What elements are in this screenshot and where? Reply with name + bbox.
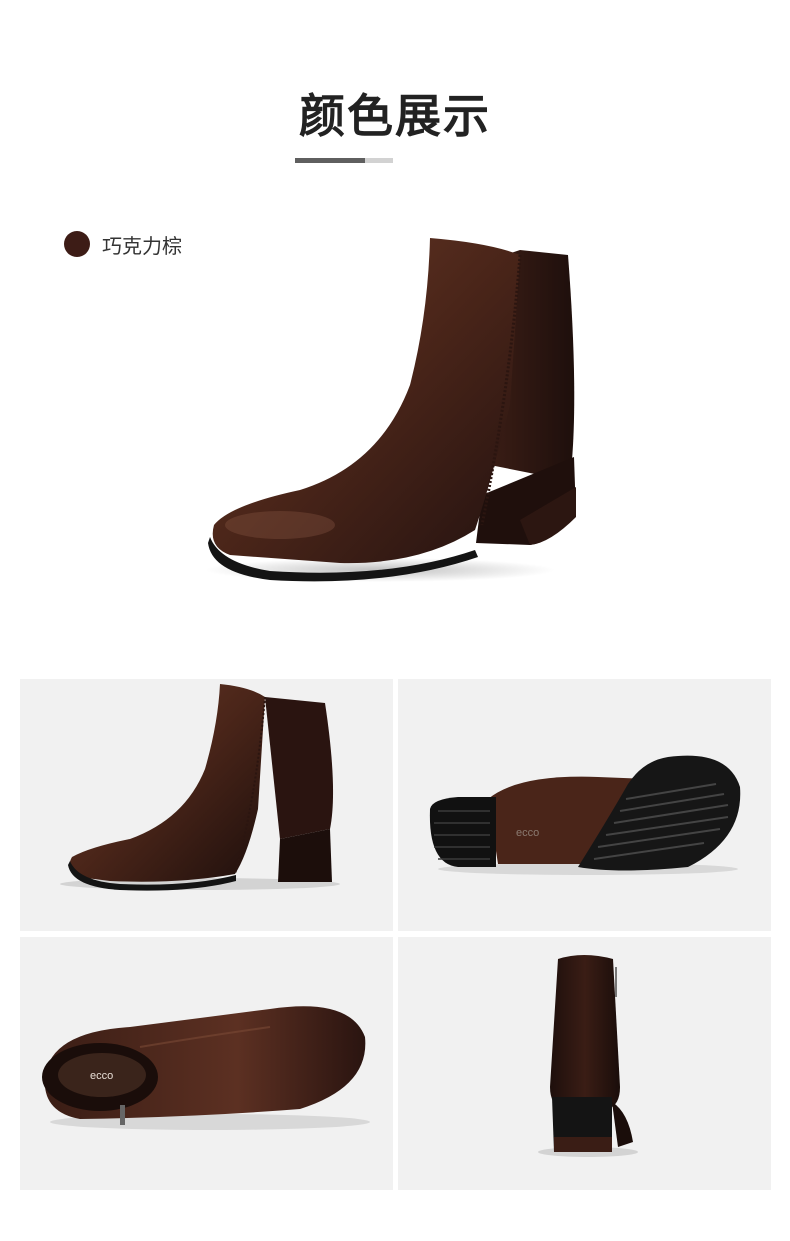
image-top-view: ecco xyxy=(20,937,393,1190)
hero-boot-image xyxy=(190,225,600,605)
image-sole-view: ecco xyxy=(398,679,771,931)
insole-logo: ecco xyxy=(90,1070,113,1082)
color-label: 巧克力棕 xyxy=(102,233,182,258)
sole-logo: ecco xyxy=(516,827,539,839)
color-option[interactable]: 巧克力棕 xyxy=(64,230,182,258)
color-swatch xyxy=(64,231,90,257)
image-back-view xyxy=(398,937,771,1190)
image-side-view xyxy=(20,679,393,931)
title-underline-light xyxy=(365,158,393,163)
title-underline-dark xyxy=(295,158,365,163)
section-title: 颜色展示 xyxy=(299,89,491,143)
